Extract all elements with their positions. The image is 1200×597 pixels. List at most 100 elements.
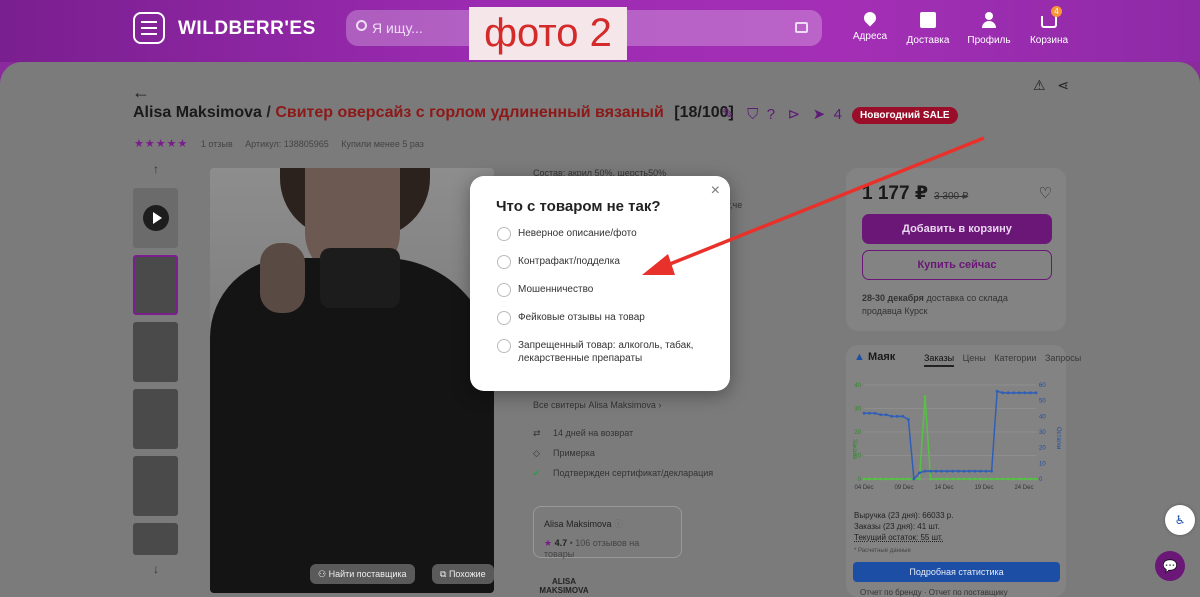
feature-fitting: ◇ Примерка <box>533 443 713 463</box>
series-point <box>1001 391 1005 395</box>
series-point <box>979 469 982 473</box>
seller-card[interactable]: Alisa Maksimova ⓘ ★ 4.7 • 106 отзывов на… <box>533 506 682 559</box>
title-separator: / <box>266 104 271 121</box>
similar-icon: ⧉ <box>440 569 449 579</box>
main-photo[interactable]: ⚇ Найти поставщика ⧉ Похожие <box>210 168 494 593</box>
series-point <box>995 477 999 481</box>
series-point <box>923 395 927 399</box>
mayak-icon: ▲ <box>854 351 865 363</box>
feature-label: Подтвержден сертификат/декларация <box>553 468 714 478</box>
edit-icon[interactable]: ✎ <box>722 106 735 123</box>
nav-delivery[interactable]: Доставка <box>898 12 958 46</box>
series-point <box>884 413 888 417</box>
option-counterfeit[interactable]: Контрафакт/подделка <box>497 255 717 269</box>
supplier-icon: ⚇ <box>318 569 329 579</box>
shield-icon[interactable]: ⛉ <box>747 106 758 123</box>
series-point <box>1023 477 1027 481</box>
series-point <box>868 477 871 481</box>
series-point <box>951 477 955 481</box>
arrow-circle-icon[interactable]: ⊳ <box>788 106 801 123</box>
stat-revenue: Выручка (23 дня): 66033 р. <box>854 511 954 520</box>
option-prohibited[interactable]: Запрещенный товар: алкоголь, табак, лека… <box>497 339 717 365</box>
add-to-cart-button[interactable]: Добавить в корзину <box>862 214 1052 244</box>
nav-cart[interactable]: 4 Корзина <box>1019 6 1079 46</box>
article[interactable]: Артикул: 138805965 <box>245 139 329 149</box>
mayak-tabs: Заказы Цены Категории Запросы <box>924 353 1087 367</box>
feature-certificate[interactable]: ✔ Подтвержден сертификат/декларация <box>533 463 713 483</box>
mayak-footer[interactable]: Отчет по бренду · Отчет по поставщику <box>860 588 1008 597</box>
x-tick: 09 Dec <box>894 485 913 491</box>
play-icon <box>142 205 169 231</box>
series-point <box>990 469 994 473</box>
telegram-icon[interactable]: ➤ <box>813 106 826 123</box>
thumbnail[interactable] <box>133 255 178 315</box>
tab-queries[interactable]: Запросы <box>1045 353 1081 363</box>
delivery-date: 28-30 декабря <box>862 293 924 303</box>
brand-name[interactable]: Alisa Maksimova <box>133 104 262 121</box>
series-point <box>956 477 960 481</box>
radio-button[interactable] <box>497 255 511 269</box>
header: WILDBERR'ES Я ищу... фото 2 Адреса Доста… <box>0 0 1200 62</box>
share-icon[interactable]: ⋖ <box>1057 77 1069 93</box>
thumbnail[interactable] <box>133 456 178 516</box>
heart-icon[interactable]: ♡ <box>1039 184 1052 202</box>
sale-badge[interactable]: Новогодний SALE <box>852 107 958 124</box>
nav-profile[interactable]: Профиль <box>959 12 1019 46</box>
close-icon[interactable]: × <box>711 182 720 200</box>
nav-addresses[interactable]: Адреса <box>840 9 900 42</box>
y-left-tick: 0 <box>858 477 862 483</box>
report-icon[interactable]: ⚠ <box>1033 77 1046 93</box>
detailed-stats-button[interactable]: Подробная статистика <box>853 562 1060 582</box>
series-point <box>1034 391 1038 395</box>
search-icon <box>356 20 367 31</box>
series-point <box>890 414 894 418</box>
photo-collar <box>320 248 400 308</box>
tab-prices[interactable]: Цены <box>963 353 986 363</box>
radio-button[interactable] <box>497 311 511 325</box>
delivery-text-2: продавца Курск <box>862 306 928 316</box>
series-point <box>973 477 977 481</box>
bought-count: Купили менее 5 раз <box>341 139 424 149</box>
old-price: 3 300 ₽ <box>934 191 969 202</box>
logo[interactable]: WILDBERR'ES <box>178 14 316 44</box>
radio-button[interactable] <box>497 283 511 297</box>
x-tick: 14 Dec <box>934 485 953 491</box>
tab-orders[interactable]: Заказы <box>924 353 955 367</box>
option-fake-reviews[interactable]: Фейковые отзывы на товар <box>497 311 717 325</box>
mayak-title: ▲ Маяк <box>854 351 895 363</box>
back-arrow-icon[interactable]: ← <box>132 82 150 103</box>
menu-button[interactable] <box>133 12 165 44</box>
question-icon[interactable]: ? <box>767 106 775 123</box>
radio-button[interactable] <box>497 339 511 353</box>
y-left-tick: 30 <box>854 407 861 413</box>
buy-now-button[interactable]: Купить сейчас <box>862 250 1052 280</box>
y-right-label: Остатки <box>1055 427 1061 449</box>
down-arrow-icon[interactable]: ↓ <box>133 562 179 576</box>
series-point <box>906 477 910 481</box>
chat-button[interactable]: 💬 <box>1155 551 1185 581</box>
reviews-link[interactable]: 1 отзыв <box>201 139 233 149</box>
tab-categories[interactable]: Категории <box>994 353 1036 363</box>
similar-button[interactable]: ⧉ Похожие <box>432 564 494 584</box>
thumbnail[interactable] <box>133 322 178 382</box>
all-items-link[interactable]: Все свитеры Alisa Maksimova › <box>533 400 661 410</box>
option-fraud[interactable]: Мошенничество <box>497 283 717 297</box>
thumbnail[interactable] <box>133 523 178 555</box>
radio-button[interactable] <box>497 227 511 241</box>
thumbnail[interactable] <box>133 389 178 449</box>
camera-icon[interactable] <box>795 22 808 33</box>
info-icon[interactable]: ⓘ <box>614 519 623 529</box>
series-point <box>979 477 982 481</box>
seller-logo[interactable]: ALISA MAKSIMOVA <box>534 577 594 595</box>
top-right-icons: ⚠ ⋖ <box>1033 77 1069 94</box>
option-wrong-description[interactable]: Неверное описание/фото <box>497 227 717 241</box>
search-placeholder: Я ищу... <box>372 20 423 36</box>
series-point <box>912 477 916 481</box>
up-arrow-icon[interactable]: ↑ <box>133 162 179 176</box>
y-right-tick: 40 <box>1039 414 1046 420</box>
accessibility-button[interactable]: ♿ <box>1165 505 1195 535</box>
series-point <box>968 477 971 481</box>
series-point <box>929 477 932 481</box>
video-thumbnail[interactable] <box>133 188 178 248</box>
find-supplier-button[interactable]: ⚇ Найти поставщика <box>310 564 415 584</box>
